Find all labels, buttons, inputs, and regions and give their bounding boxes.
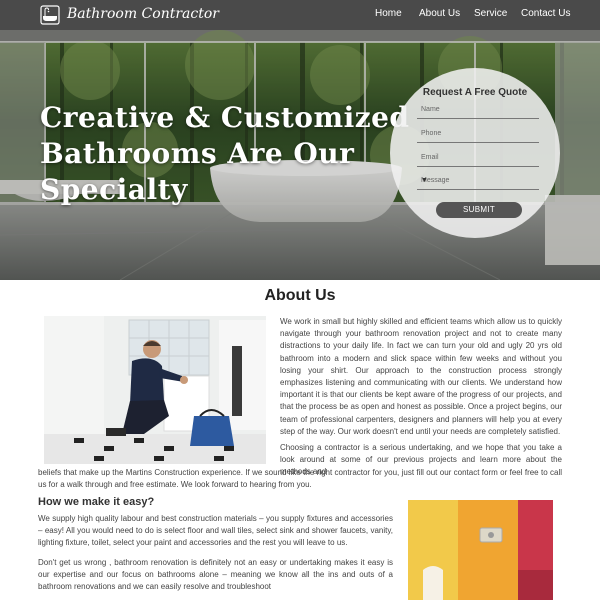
phone-field[interactable]: Phone (417, 128, 539, 143)
submit-button[interactable]: SUBMIT (436, 202, 522, 218)
how-title: How we make it easy? (38, 496, 155, 508)
headline-line-1: Creative & Customized (40, 101, 410, 134)
bathroom-wall-photo (408, 500, 553, 600)
name-placeholder: Name (421, 106, 440, 113)
about-paragraph-2b: beliefs that make up the Martins Constru… (38, 468, 562, 490)
email-field[interactable]: Email (417, 152, 539, 167)
quote-form: Request A Free Quote Name Phone Email Me… (390, 68, 560, 238)
how-paragraph-2: Don't get us wrong , bathroom renovation… (38, 558, 393, 592)
phone-placeholder: Phone (421, 130, 442, 137)
about-title: About Us (264, 287, 336, 304)
menu-service[interactable]: Service (474, 8, 507, 19)
name-field[interactable]: Name (417, 104, 539, 119)
message-select[interactable]: Message ▼ (417, 175, 539, 190)
quote-form-title: Request A Free Quote (422, 87, 528, 98)
menu-home[interactable]: Home (375, 8, 402, 19)
logo-text[interactable]: Bathroom Contractor (67, 6, 219, 22)
top-nav: Bathroom Contractor Home About Us Servic… (0, 0, 600, 30)
hero-headline: Creative & Customized Bathrooms Are Our … (40, 100, 420, 208)
how-paragraph-1: We supply high quality labour and best c… (38, 514, 393, 548)
bathtub-icon (40, 5, 60, 25)
menu-about-us[interactable]: About Us (419, 8, 460, 19)
headline-line-3: Specialty (40, 173, 188, 206)
hero-banner: Creative & Customized Bathrooms Are Our … (0, 30, 600, 280)
headline-line-2: Bathrooms Are Our (40, 137, 355, 170)
email-placeholder: Email (421, 154, 439, 161)
plumber-photo (44, 316, 266, 464)
menu-contact-us[interactable]: Contact Us (521, 8, 570, 19)
about-paragraph-1: We work in small but highly skilled and … (280, 317, 562, 436)
caret-down-icon: ▼ (421, 177, 428, 184)
